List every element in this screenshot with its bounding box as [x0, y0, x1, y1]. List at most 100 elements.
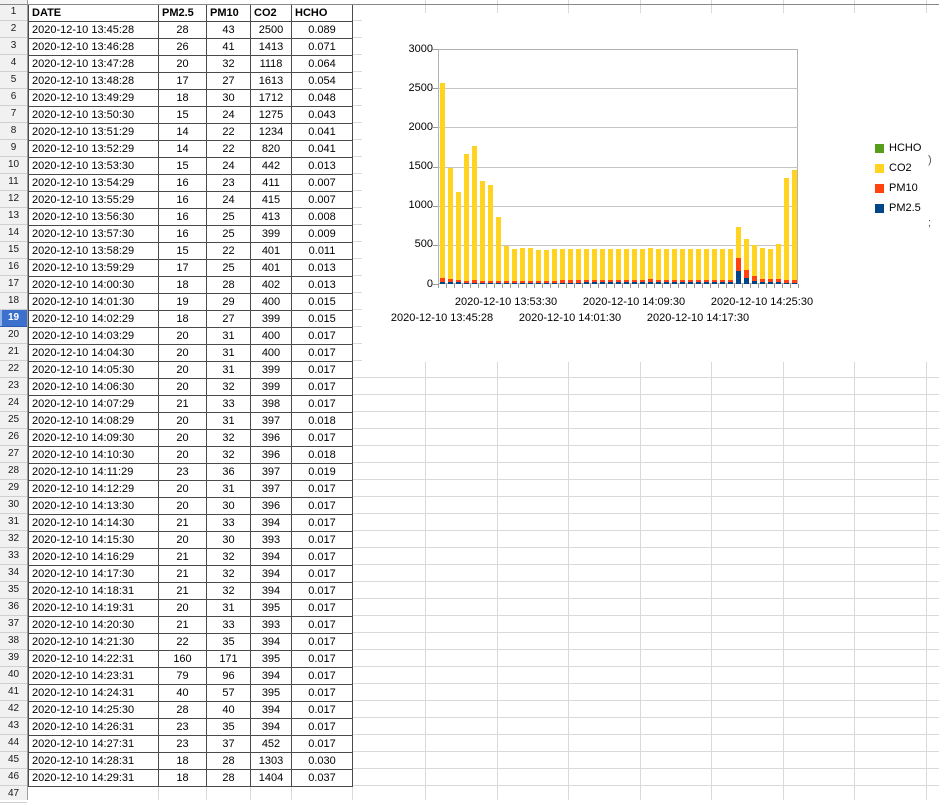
table-cell[interactable]: 31: [207, 413, 251, 430]
table-cell[interactable]: 41: [207, 39, 251, 56]
table-cell[interactable]: 2020-12-10 14:02:29: [29, 311, 159, 328]
table-cell[interactable]: 19: [159, 294, 207, 311]
table-cell[interactable]: 27: [207, 73, 251, 90]
table-cell[interactable]: 393: [251, 532, 292, 549]
table-cell[interactable]: 40: [207, 702, 251, 719]
row-header-31[interactable]: 31: [0, 514, 27, 531]
table-cell[interactable]: 2020-12-10 13:46:28: [29, 39, 159, 56]
table-cell[interactable]: 0.017: [292, 668, 353, 685]
table-cell[interactable]: 415: [251, 192, 292, 209]
table-cell[interactable]: 22: [159, 634, 207, 651]
row-header-19[interactable]: 19: [0, 310, 27, 327]
table-cell[interactable]: 0.054: [292, 73, 353, 90]
table-cell[interactable]: 2020-12-10 14:16:29: [29, 549, 159, 566]
table-cell[interactable]: 2020-12-10 14:08:29: [29, 413, 159, 430]
table-cell[interactable]: 0.041: [292, 141, 353, 158]
table-cell[interactable]: 20: [159, 600, 207, 617]
column-header-pm10[interactable]: PM10: [207, 5, 251, 22]
table-cell[interactable]: 413: [251, 209, 292, 226]
column-header-date[interactable]: DATE: [29, 5, 159, 22]
table-cell[interactable]: 394: [251, 549, 292, 566]
table-cell[interactable]: 399: [251, 226, 292, 243]
row-header-10[interactable]: 10: [0, 157, 27, 174]
table-cell[interactable]: 2020-12-10 14:15:30: [29, 532, 159, 549]
table-cell[interactable]: 20: [159, 430, 207, 447]
row-header-23[interactable]: 23: [0, 378, 27, 395]
table-cell[interactable]: 0.007: [292, 175, 353, 192]
column-header-co2[interactable]: CO2: [251, 5, 292, 22]
table-cell[interactable]: 22: [207, 243, 251, 260]
table-cell[interactable]: 20: [159, 447, 207, 464]
row-header-3[interactable]: 3: [0, 38, 27, 55]
table-cell[interactable]: 0.017: [292, 430, 353, 447]
table-cell[interactable]: 394: [251, 583, 292, 600]
row-header-17[interactable]: 17: [0, 276, 27, 293]
row-header-46[interactable]: 46: [0, 769, 27, 786]
table-cell[interactable]: 0.037: [292, 770, 353, 787]
table-cell[interactable]: 396: [251, 430, 292, 447]
table-cell[interactable]: 16: [159, 209, 207, 226]
row-header-41[interactable]: 41: [0, 684, 27, 701]
row-header-11[interactable]: 11: [0, 174, 27, 191]
table-cell[interactable]: 0.017: [292, 719, 353, 736]
table-cell[interactable]: 20: [159, 362, 207, 379]
table-cell[interactable]: 0.011: [292, 243, 353, 260]
table-cell[interactable]: 25: [207, 260, 251, 277]
table-cell[interactable]: 2500: [251, 22, 292, 39]
table-cell[interactable]: 0.017: [292, 498, 353, 515]
table-cell[interactable]: 24: [207, 158, 251, 175]
row-header-24[interactable]: 24: [0, 395, 27, 412]
table-cell[interactable]: 31: [207, 345, 251, 362]
table-cell[interactable]: 394: [251, 634, 292, 651]
table-cell[interactable]: 2020-12-10 13:58:29: [29, 243, 159, 260]
table-cell[interactable]: 32: [207, 549, 251, 566]
table-cell[interactable]: 23: [207, 175, 251, 192]
table-cell[interactable]: 2020-12-10 14:11:29: [29, 464, 159, 481]
table-cell[interactable]: 27: [207, 311, 251, 328]
table-cell[interactable]: 16: [159, 175, 207, 192]
row-header-42[interactable]: 42: [0, 701, 27, 718]
table-cell[interactable]: 2020-12-10 14:18:31: [29, 583, 159, 600]
table-cell[interactable]: 2020-12-10 14:04:30: [29, 345, 159, 362]
table-cell[interactable]: 0.017: [292, 685, 353, 702]
table-cell[interactable]: 33: [207, 515, 251, 532]
row-header-5[interactable]: 5: [0, 72, 27, 89]
table-cell[interactable]: 14: [159, 141, 207, 158]
table-cell[interactable]: 399: [251, 379, 292, 396]
table-cell[interactable]: 20: [159, 498, 207, 515]
table-cell[interactable]: 0.018: [292, 447, 353, 464]
table-cell[interactable]: 394: [251, 702, 292, 719]
row-header-39[interactable]: 39: [0, 650, 27, 667]
table-cell[interactable]: 18: [159, 753, 207, 770]
table-cell[interactable]: 23: [159, 719, 207, 736]
table-cell[interactable]: 25: [207, 209, 251, 226]
table-cell[interactable]: 395: [251, 685, 292, 702]
table-cell[interactable]: 2020-12-10 14:05:30: [29, 362, 159, 379]
table-cell[interactable]: 0.017: [292, 362, 353, 379]
table-cell[interactable]: 0.008: [292, 209, 353, 226]
table-cell[interactable]: 411: [251, 175, 292, 192]
table-cell[interactable]: 2020-12-10 13:54:29: [29, 175, 159, 192]
row-header-4[interactable]: 4: [0, 55, 27, 72]
table-cell[interactable]: 33: [207, 396, 251, 413]
table-cell[interactable]: 23: [159, 464, 207, 481]
table-cell[interactable]: 0.017: [292, 566, 353, 583]
table-cell[interactable]: 400: [251, 328, 292, 345]
table-cell[interactable]: 15: [159, 243, 207, 260]
table-cell[interactable]: 28: [207, 753, 251, 770]
table-cell[interactable]: 24: [207, 107, 251, 124]
table-cell[interactable]: 0.017: [292, 345, 353, 362]
table-cell[interactable]: 0.089: [292, 22, 353, 39]
table-cell[interactable]: 40: [159, 685, 207, 702]
row-header-18[interactable]: 18: [0, 293, 27, 310]
table-cell[interactable]: 32: [207, 56, 251, 73]
table-cell[interactable]: 20: [159, 532, 207, 549]
row-header-36[interactable]: 36: [0, 599, 27, 616]
table-cell[interactable]: 2020-12-10 14:23:31: [29, 668, 159, 685]
table-cell[interactable]: 1275: [251, 107, 292, 124]
table-cell[interactable]: 26: [159, 39, 207, 56]
row-header-20[interactable]: 20: [0, 327, 27, 344]
table-cell[interactable]: 0.071: [292, 39, 353, 56]
table-cell[interactable]: 57: [207, 685, 251, 702]
table-cell[interactable]: 402: [251, 277, 292, 294]
